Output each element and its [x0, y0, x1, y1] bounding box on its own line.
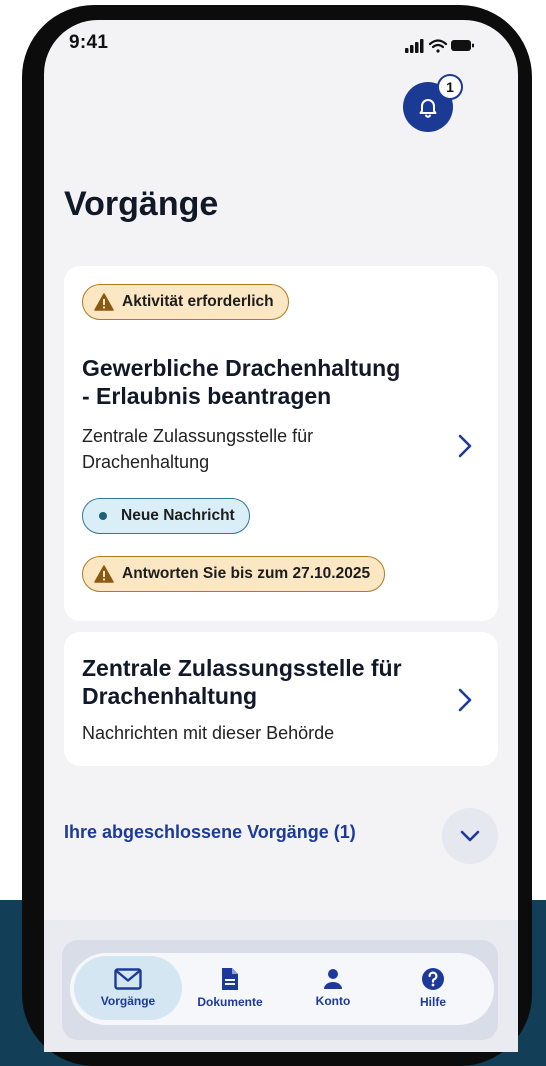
activity-required-badge: Aktivität erforderlich — [82, 284, 289, 320]
activity-required-label: Aktivität erforderlich — [122, 293, 274, 310]
case-authority-line1: Zentrale Zulassungsstelle für — [82, 426, 314, 446]
warning-icon — [94, 293, 114, 311]
nav-label-konto: Konto — [315, 994, 351, 1008]
page-title: Vorgänge — [64, 185, 219, 223]
case-authority-line2: Drachenhaltung — [82, 452, 210, 472]
bell-icon — [419, 99, 437, 118]
warning-icon — [94, 565, 114, 583]
notification-count-badge: 1 — [437, 74, 463, 100]
envelope-icon — [114, 968, 142, 990]
nav-item-vorgaenge[interactable]: Vorgänge — [74, 956, 182, 1020]
nav-item-dokumente[interactable]: Dokumente — [192, 956, 268, 1020]
case-title-line2: - Erlaubnis beantragen — [82, 383, 332, 409]
deadline-badge: Antworten Sie bis zum 27.10.2025 — [82, 556, 386, 592]
completed-cases-link[interactable]: Ihre abgeschlossene Vorgänge (1) — [64, 822, 356, 843]
help-icon — [422, 968, 444, 990]
nav-item-konto[interactable]: Konto — [300, 956, 366, 1020]
person-icon — [324, 969, 342, 989]
signal-icon — [405, 39, 424, 53]
authority-title-line1: Zentrale Zulassungsstelle für — [82, 655, 402, 681]
nav-label-dokumente: Dokumente — [197, 995, 263, 1009]
authority-subtitle: Nachrichten mit dieser Behörde — [82, 723, 335, 743]
new-message-label: Neue Nachricht — [121, 507, 235, 524]
new-message-badge: Neue Nachricht — [82, 498, 250, 534]
case-card-drachenhaltung[interactable]: Aktivität erforderlich Gewerbliche Drach… — [64, 266, 498, 621]
battery-icon — [451, 40, 474, 51]
document-icon — [222, 968, 238, 990]
status-icons — [405, 38, 475, 53]
expand-completed-button[interactable] — [442, 808, 498, 864]
case-title-line1: Gewerbliche Drachenhaltung — [82, 355, 401, 381]
chevron-right-icon — [458, 688, 472, 712]
wifi-icon — [428, 39, 448, 53]
authority-card[interactable]: Zentrale Zulassungsstelle für Drachenhal… — [64, 632, 498, 766]
authority-title-line2: Drachenhaltung — [82, 683, 258, 709]
status-time: 9:41 — [69, 32, 109, 53]
deadline-label: Antworten Sie bis zum 27.10.2025 — [122, 565, 371, 582]
new-message-dot — [99, 512, 107, 520]
chevron-right-icon — [458, 434, 472, 458]
nav-label-hilfe: Hilfe — [419, 995, 446, 1009]
nav-item-hilfe[interactable]: Hilfe — [400, 956, 466, 1020]
chevron-down-icon — [460, 830, 480, 842]
nav-label-vorgaenge: Vorgänge — [100, 994, 156, 1008]
